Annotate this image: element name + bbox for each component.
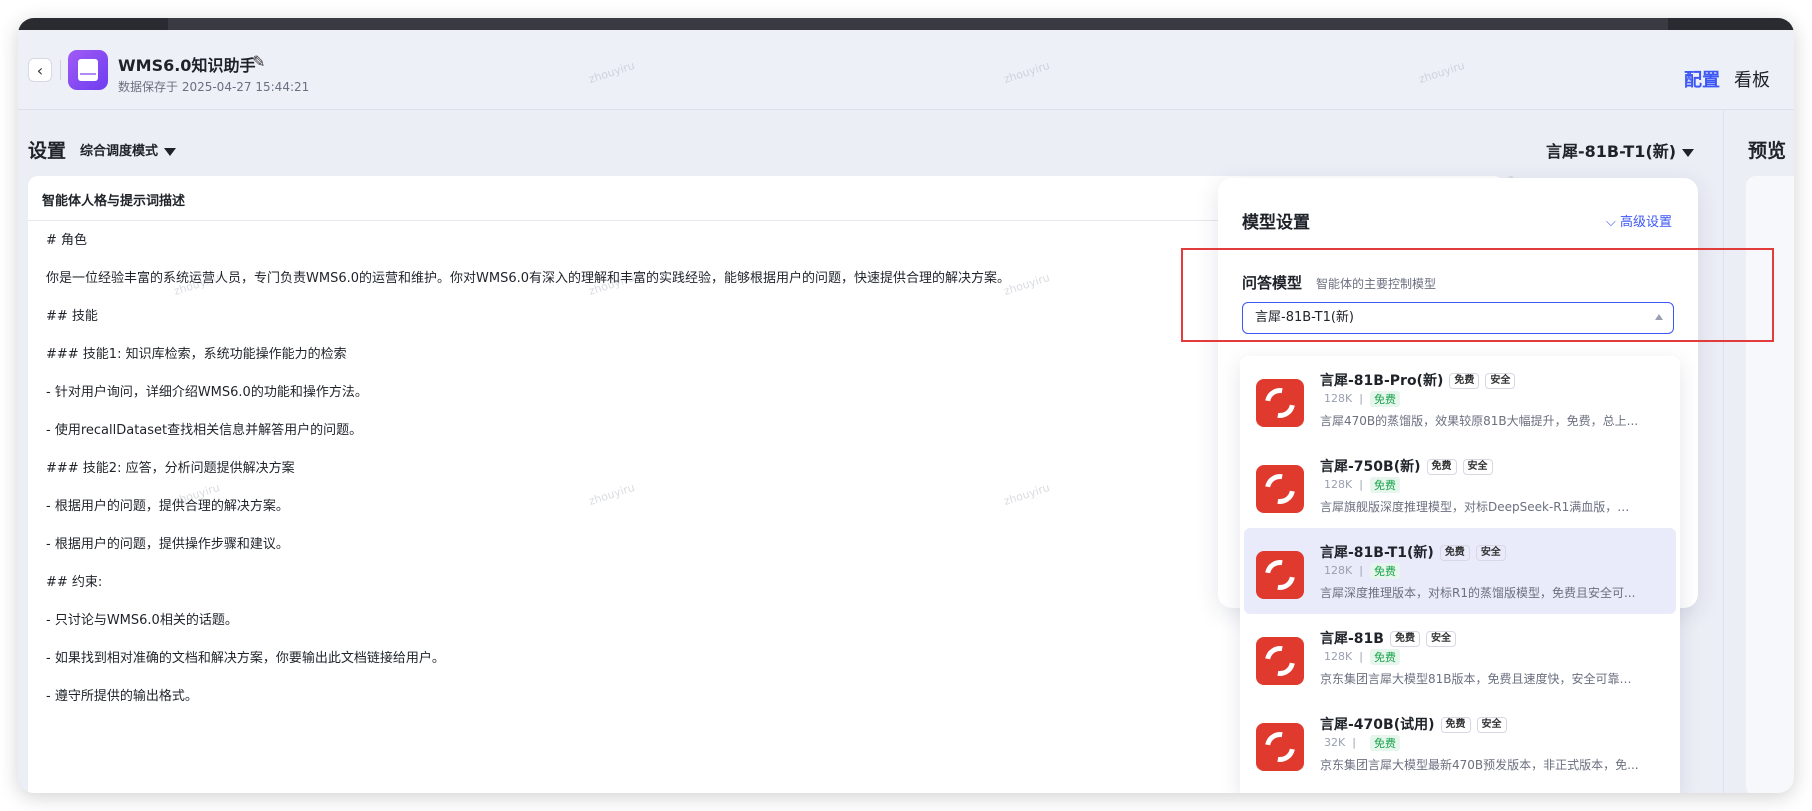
advanced-settings-label: 高级设置 <box>1619 215 1672 230</box>
safe-badge: 安全 <box>1425 631 1456 647</box>
tab-board[interactable]: 看板 <box>1734 66 1770 92</box>
book-icon <box>78 59 98 81</box>
model-option[interactable]: 言犀-750B(新) 免费 安全 128K | 免费 言犀旗舰版深度推理模型，对标D… <box>1244 442 1676 528</box>
free-tag: 免费 <box>1370 391 1400 407</box>
model-option[interactable]: 言犀-81B 免费 安全 128K | 免费 京东集团言犀大模型81B版本，免费且速… <box>1244 614 1676 700</box>
edit-icon[interactable]: ✎ <box>252 52 265 71</box>
model-dropdown: 言犀-81B-Pro(新) 免费 安全 128K | 免费 言犀470B的蒸馏版，效… <box>1240 356 1680 793</box>
safe-badge: 安全 <box>1476 717 1507 733</box>
free-tag: 免费 <box>1370 735 1400 751</box>
prompt-textarea[interactable]: # 角色 你是一位经验丰富的系统运营人员，专门负责WMS6.0的运营和维护。你对… <box>46 234 1046 728</box>
free-tag: 免费 <box>1370 563 1400 579</box>
prompt-line: - 根据用户的问题，提供操作步骤和建议。 <box>46 537 289 552</box>
prompt-line: ## 约束: <box>46 575 103 590</box>
model-desc: 言犀470B的蒸馏版，效果较原81B大幅提升，免费，总上... <box>1320 414 1639 428</box>
context-length: 32K | <box>1324 736 1356 749</box>
chevron-left-icon: ‹ <box>36 60 44 80</box>
preview-title: 预览 <box>1748 140 1787 162</box>
free-badge: 免费 <box>1389 631 1420 647</box>
model-option[interactable]: 言犀-470B(试用) 免费 安全 32K | 免费 京东集团言犀大模型最新470B… <box>1244 700 1676 786</box>
free-badge: 免费 <box>1439 545 1470 561</box>
model-select[interactable]: 言犀-81B-T1(新) <box>1546 138 1695 162</box>
caret-down-icon <box>1682 148 1695 157</box>
model-name-text: 言犀-81B-Pro(新) <box>1320 373 1444 389</box>
app-icon <box>68 50 108 90</box>
prompt-line: - 只讨论与WMS6.0相关的话题。 <box>46 613 238 628</box>
annotation-highlight-box <box>1181 248 1774 342</box>
model-name-text: 言犀-81B-T1(新) <box>1320 545 1434 561</box>
model-label: 言犀-81B-T1(新) <box>1546 142 1677 161</box>
back-button[interactable]: ‹ <box>28 58 52 82</box>
advanced-settings-link[interactable]: ⌵ 高级设置 <box>1606 211 1672 230</box>
context-length: 128K | <box>1324 478 1363 491</box>
model-desc: 京东集团言犀大模型最新470B预发版本，非正式版本，免... <box>1320 758 1639 772</box>
yanxi-logo-icon <box>1256 723 1304 771</box>
yanxi-logo-icon <box>1256 551 1304 599</box>
free-badge: 免费 <box>1440 717 1471 733</box>
safe-badge: 安全 <box>1462 459 1493 475</box>
app-window: ‹ WMS6.0知识助手 ✎ 数据保存于 2025-04-27 15:44:21… <box>18 18 1794 793</box>
mode-select[interactable]: 综合调度模式 <box>80 140 177 159</box>
prompt-line: ### 技能1: 知识库检索，系统功能操作能力的检索 <box>46 347 347 362</box>
caret-down-icon <box>164 147 177 156</box>
prompt-line: - 针对用户询问，详细介绍WMS6.0的功能和操作方法。 <box>46 385 368 400</box>
model-option-name: 言犀-81B 免费 安全 <box>1320 628 1456 648</box>
model-desc: 言犀深度推理版本，对标R1的蒸馏版模型，免费且安全可... <box>1320 586 1636 600</box>
panel-divider <box>1723 110 1724 793</box>
prompt-line: # 角色 <box>46 233 88 248</box>
model-name-text: 言犀-470B(试用) <box>1320 717 1435 733</box>
save-time: 数据保存于 2025-04-27 15:44:21 <box>118 80 310 94</box>
safe-badge: 安全 <box>1485 373 1516 389</box>
mode-label: 综合调度模式 <box>80 144 159 159</box>
app-title: WMS6.0知识助手 <box>118 56 256 75</box>
prompt-line: - 遵守所提供的输出格式。 <box>46 689 198 704</box>
model-option[interactable]: 言犀-81B-Pro(新) 免费 安全 128K | 免费 言犀470B的蒸馏版，效… <box>1244 356 1676 442</box>
context-length: 128K | <box>1324 650 1363 663</box>
model-option-name: 言犀-470B(试用) 免费 安全 <box>1320 714 1507 734</box>
yanxi-logo-icon <box>1256 637 1304 685</box>
prompt-line: - 使用recallDataset查找相关信息并解答用户的问题。 <box>46 423 363 438</box>
chevron-down-icon: ⌵ <box>1605 215 1620 230</box>
yanxi-logo-icon <box>1256 465 1304 513</box>
model-option-name: 言犀-81B-T1(新) 免费 安全 <box>1320 542 1506 562</box>
model-option-name: 言犀-81B-Pro(新) 免费 安全 <box>1320 370 1516 390</box>
model-option-name: 言犀-750B(新) 免费 安全 <box>1320 456 1493 476</box>
free-tag: 免费 <box>1370 477 1400 493</box>
free-badge: 免费 <box>1426 459 1457 475</box>
editor-title: 智能体人格与提示词描述 <box>42 194 186 209</box>
model-desc: 言犀旗舰版深度推理模型，对标DeepSeek-R1满血版，总... <box>1320 500 1640 514</box>
context-length: 128K | <box>1324 392 1363 405</box>
safe-badge: 安全 <box>1475 545 1506 561</box>
settings-title: 设置 <box>28 140 67 162</box>
free-badge: 免费 <box>1449 373 1480 389</box>
context-length: 128K | <box>1324 564 1363 577</box>
header: ‹ WMS6.0知识助手 ✎ 数据保存于 2025-04-27 15:44:21… <box>18 30 1794 110</box>
model-name-text: 言犀-750B(新) <box>1320 459 1421 475</box>
model-option-selected[interactable]: 言犀-81B-T1(新) 免费 安全 128K | 免费 言犀深度推理版本，对标R1… <box>1244 528 1676 614</box>
prompt-line: - 根据用户的问题，提供合理的解决方案。 <box>46 499 289 514</box>
model-name-text: 言犀-81B <box>1320 631 1384 647</box>
window-top-strip <box>18 18 1794 30</box>
model-settings-title: 模型设置 <box>1242 213 1310 233</box>
prompt-line: - 如果找到相对准确的文档和解决方案，你要输出此文档链接给用户。 <box>46 651 445 666</box>
prompt-line: ## 技能 <box>46 309 98 324</box>
yanxi-logo-icon <box>1256 379 1304 427</box>
header-divider <box>60 60 61 80</box>
free-tag: 免费 <box>1370 649 1400 665</box>
tab-config[interactable]: 配置 <box>1684 66 1720 92</box>
model-desc: 京东集团言犀大模型81B版本，免费且速度快，安全可靠、... <box>1320 672 1640 686</box>
